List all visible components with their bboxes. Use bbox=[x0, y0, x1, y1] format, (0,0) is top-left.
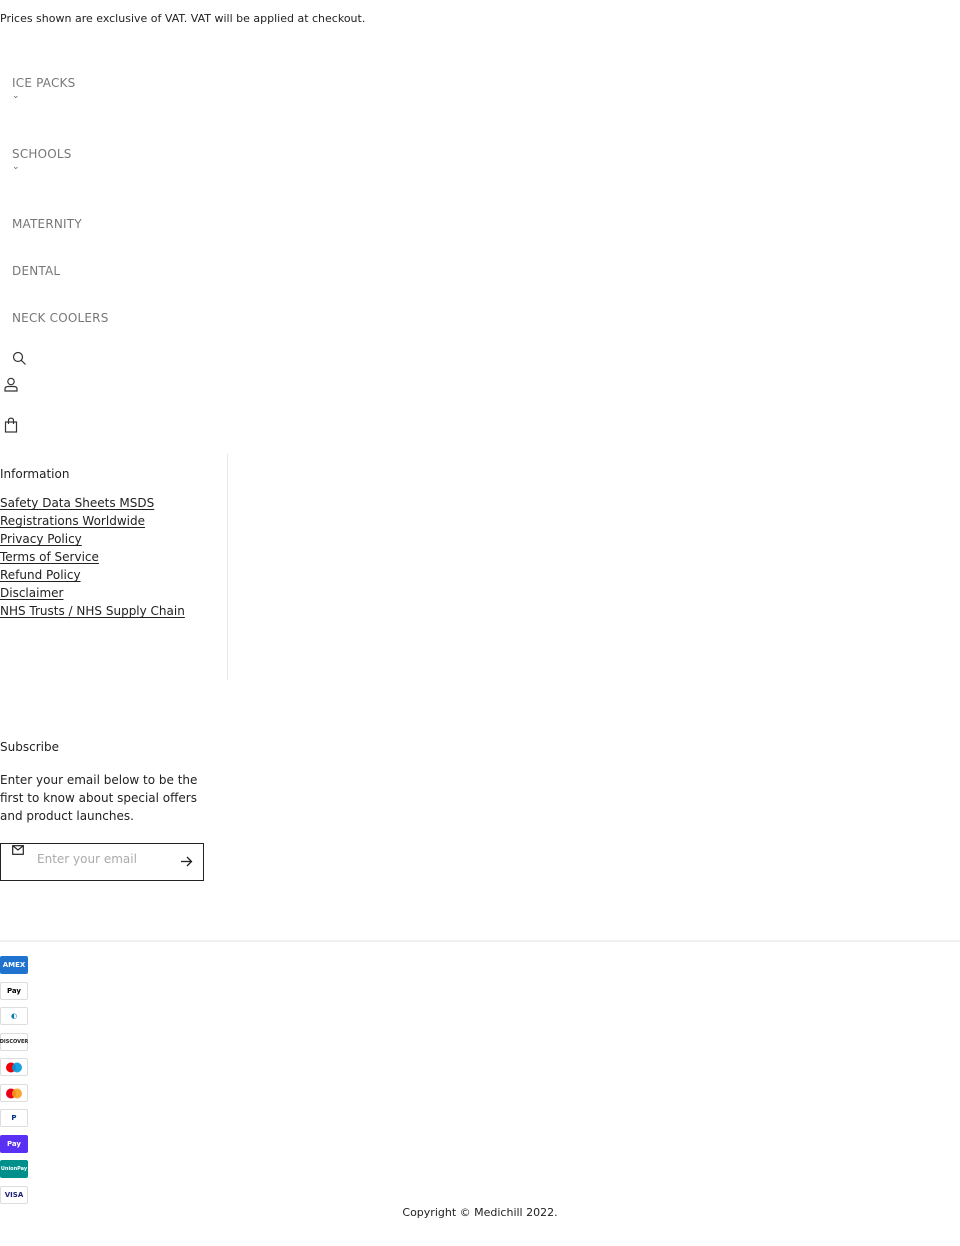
cart-icon[interactable] bbox=[4, 417, 18, 433]
footer-link-terms[interactable]: Terms of Service bbox=[0, 550, 99, 564]
payment-icon-discover: DISCOVER bbox=[0, 1033, 28, 1051]
footer-information-column: Information Safety Data Sheets MSDS Regi… bbox=[0, 454, 228, 680]
nav-label: NECK COOLERS bbox=[12, 311, 109, 325]
payment-icon-mastercard bbox=[0, 1084, 28, 1102]
payment-icon-maestro bbox=[0, 1058, 28, 1076]
payment-icon-visa: VISA bbox=[0, 1186, 28, 1204]
footer-divider bbox=[0, 940, 960, 942]
chevron-down-icon: ⌄ bbox=[12, 91, 20, 101]
footer-link-nhs[interactable]: NHS Trusts / NHS Supply Chain bbox=[0, 604, 185, 618]
payment-icon-union-pay: UnionPay bbox=[0, 1160, 28, 1178]
nav-item-ice-packs[interactable]: ICE PACKS ⌄ bbox=[12, 76, 76, 101]
arrow-right-icon[interactable] bbox=[180, 855, 193, 868]
nav-item-schools[interactable]: SCHOOLS ⌄ bbox=[12, 147, 72, 172]
information-links: Safety Data Sheets MSDS Registrations Wo… bbox=[0, 494, 185, 620]
nav-label: ICE PACKS bbox=[12, 76, 76, 90]
footer-link-disclaimer[interactable]: Disclaimer bbox=[0, 586, 63, 600]
nav-item-neck-coolers[interactable]: NECK COOLERS bbox=[12, 311, 109, 325]
footer-link-registrations[interactable]: Registrations Worldwide bbox=[0, 514, 145, 528]
payment-icon-diners-club: ◐ bbox=[0, 1007, 28, 1025]
search-icon[interactable] bbox=[12, 351, 27, 366]
nav-item-maternity[interactable]: MATERNITY bbox=[12, 217, 82, 231]
account-icon[interactable] bbox=[4, 377, 18, 392]
vat-announcement: Prices shown are exclusive of VAT. VAT w… bbox=[0, 12, 366, 25]
nav-label: MATERNITY bbox=[12, 217, 82, 231]
nav-label: SCHOOLS bbox=[12, 147, 72, 161]
information-heading: Information bbox=[0, 467, 70, 481]
subscribe-text: Enter your email below to be the first t… bbox=[0, 773, 198, 823]
nav-item-dental[interactable]: DENTAL bbox=[12, 264, 60, 278]
subscribe-form bbox=[0, 843, 204, 881]
footer-link-refund-policy[interactable]: Refund Policy bbox=[0, 568, 81, 582]
footer-link-msds[interactable]: Safety Data Sheets MSDS bbox=[0, 496, 154, 510]
footer-link-privacy-policy[interactable]: Privacy Policy bbox=[0, 532, 82, 546]
copyright: Copyright © Medichill 2022. bbox=[402, 1206, 558, 1219]
subscribe-heading: Subscribe bbox=[0, 740, 59, 754]
payment-icon-american-express: AMEX bbox=[0, 956, 28, 974]
chevron-down-icon: ⌄ bbox=[12, 162, 20, 172]
nav-label: DENTAL bbox=[12, 264, 61, 278]
mail-icon bbox=[12, 845, 24, 855]
payment-icon-apple-pay: Pay bbox=[0, 982, 28, 1000]
email-input[interactable] bbox=[37, 849, 167, 869]
payment-icon-paypal: P bbox=[0, 1109, 28, 1127]
payment-icon-shop-pay: Pay bbox=[0, 1135, 28, 1153]
